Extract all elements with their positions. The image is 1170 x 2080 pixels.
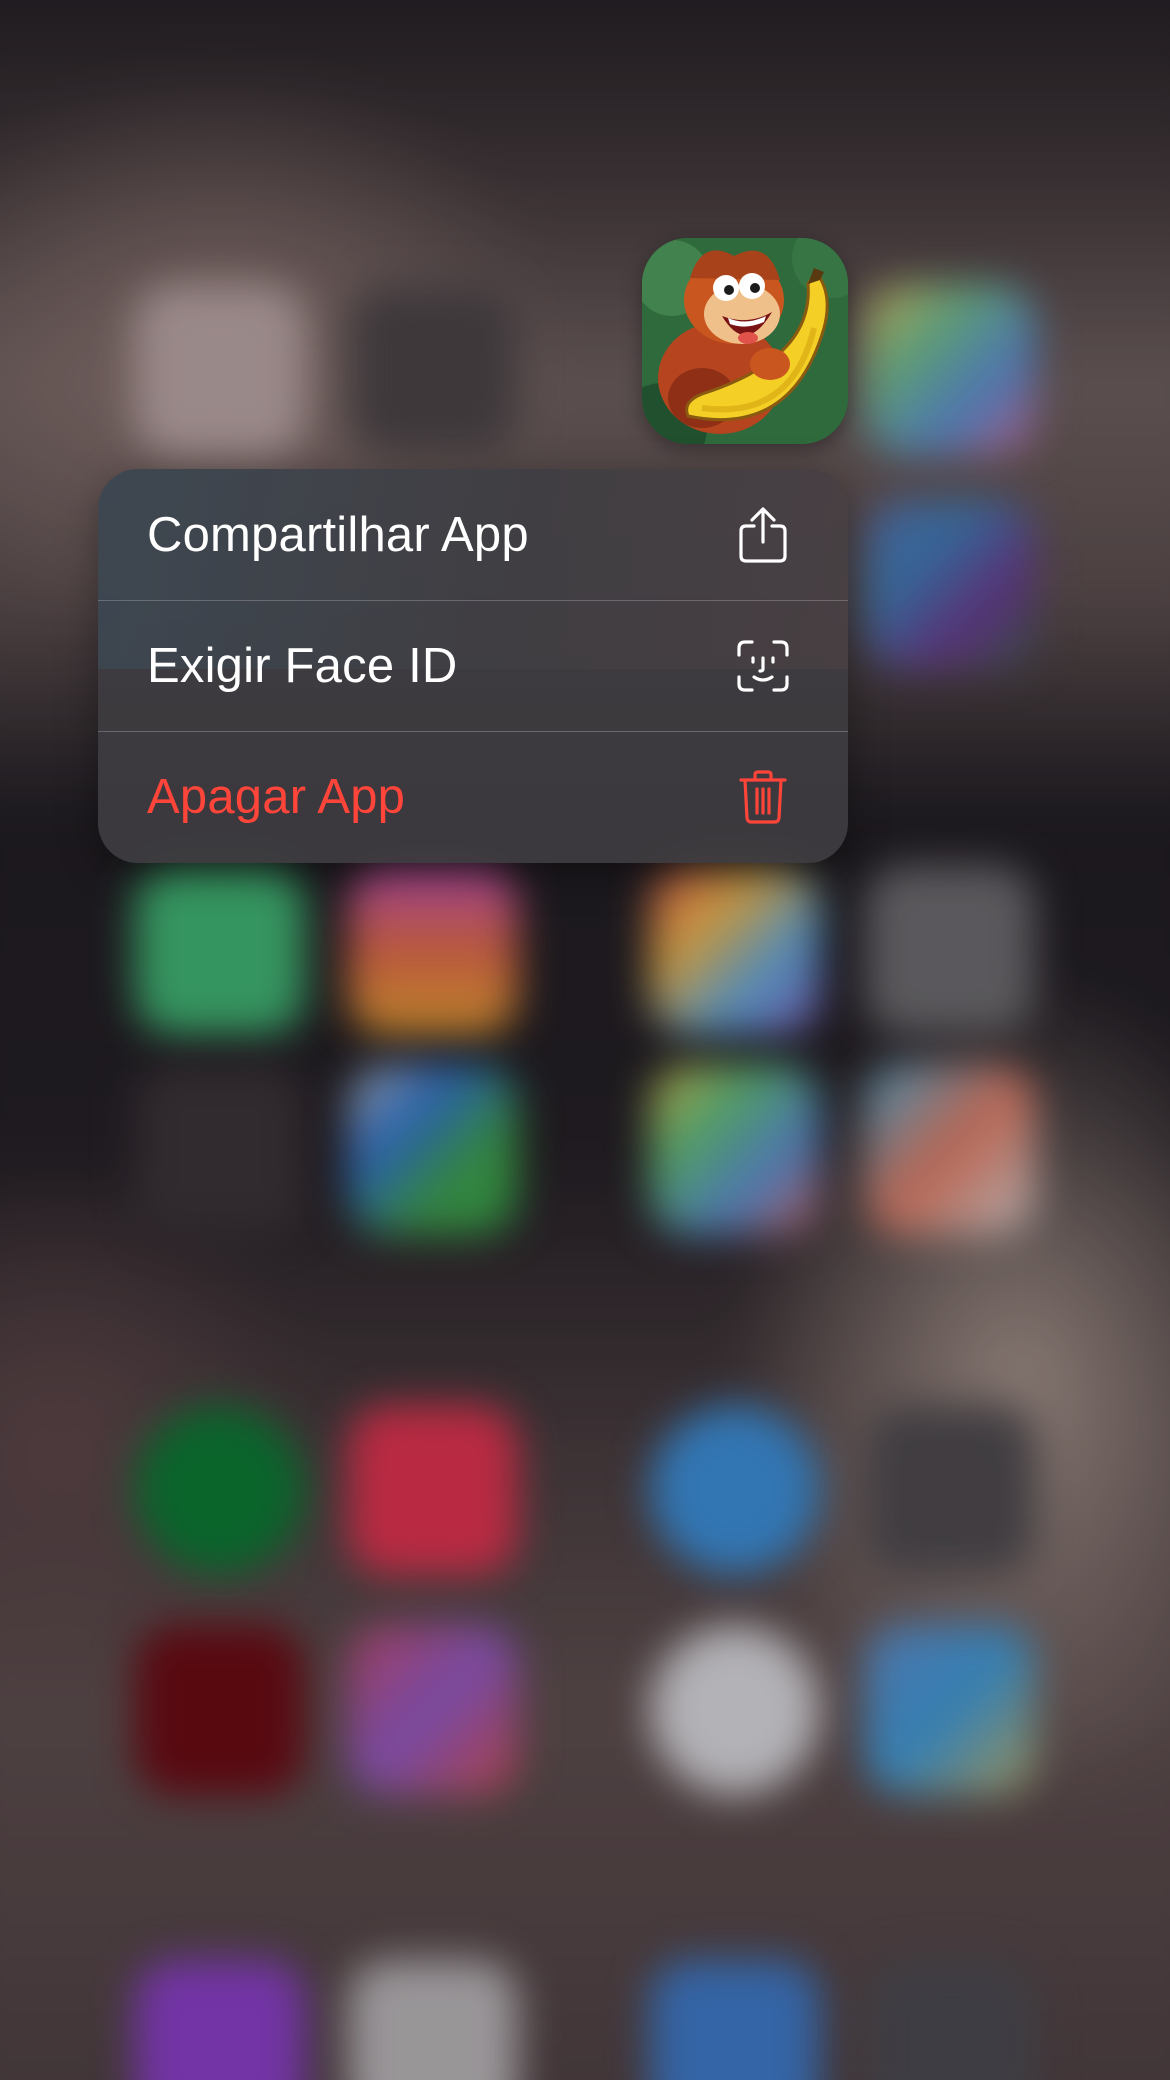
menu-item-require-face-id[interactable]: Exigir Face ID — [98, 600, 848, 731]
menu-item-label: Apagar App — [147, 770, 406, 824]
home-screen: Compartilhar App Exigir Face ID Apagar A… — [0, 0, 1170, 2080]
share-icon — [734, 506, 792, 564]
menu-item-share-app[interactable]: Compartilhar App — [98, 469, 848, 600]
dim-overlay — [0, 0, 1170, 2080]
face-id-icon — [734, 637, 792, 695]
app-context-menu: Compartilhar App Exigir Face ID Apagar A… — [98, 469, 848, 863]
banana-kong-app-icon[interactable] — [642, 238, 848, 444]
menu-item-delete-app[interactable]: Apagar App — [98, 731, 848, 862]
banana-kong-artwork — [642, 238, 848, 444]
menu-item-label: Compartilhar App — [147, 507, 529, 562]
menu-item-label: Exigir Face ID — [147, 639, 458, 693]
trash-icon — [734, 768, 792, 826]
